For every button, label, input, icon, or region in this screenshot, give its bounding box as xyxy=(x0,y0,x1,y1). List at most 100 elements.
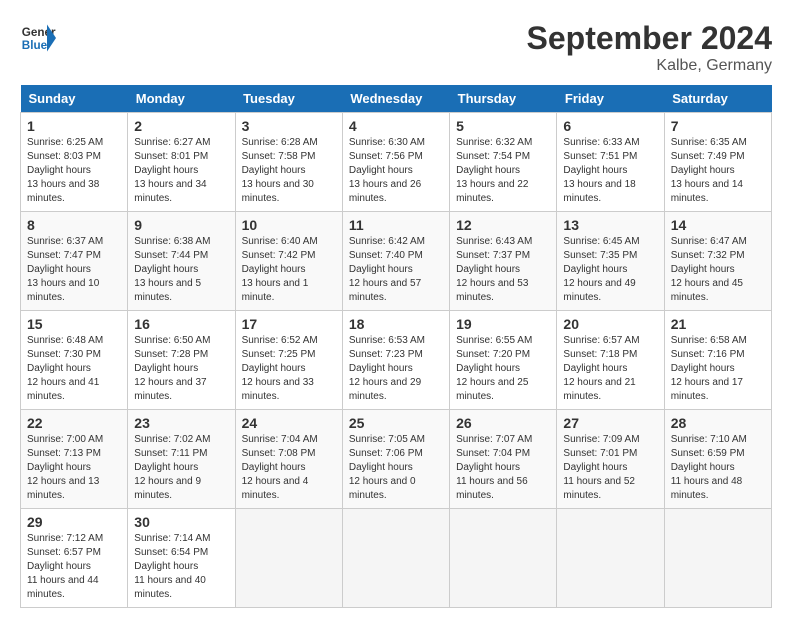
calendar-cell: 17 Sunrise: 6:52 AM Sunset: 7:25 PM Dayl… xyxy=(235,311,342,410)
week-row-3: 15 Sunrise: 6:48 AM Sunset: 7:30 PM Dayl… xyxy=(21,311,772,410)
calendar-cell: 4 Sunrise: 6:30 AM Sunset: 7:56 PM Dayli… xyxy=(342,113,449,212)
calendar-cell xyxy=(342,509,449,608)
day-info: Sunrise: 7:04 AM Sunset: 7:08 PM Dayligh… xyxy=(242,433,336,503)
logo-icon: General Blue xyxy=(20,20,56,56)
day-number: 3 xyxy=(242,118,336,134)
calendar-cell: 25 Sunrise: 7:05 AM Sunset: 7:06 PM Dayl… xyxy=(342,410,449,509)
day-info: Sunrise: 6:42 AM Sunset: 7:40 PM Dayligh… xyxy=(349,235,443,305)
day-number: 28 xyxy=(671,415,765,431)
day-info: Sunrise: 7:07 AM Sunset: 7:04 PM Dayligh… xyxy=(456,433,550,503)
day-info: Sunrise: 6:37 AM Sunset: 7:47 PM Dayligh… xyxy=(27,235,121,305)
calendar-cell: 19 Sunrise: 6:55 AM Sunset: 7:20 PM Dayl… xyxy=(450,311,557,410)
calendar-cell: 18 Sunrise: 6:53 AM Sunset: 7:23 PM Dayl… xyxy=(342,311,449,410)
day-number: 21 xyxy=(671,316,765,332)
week-row-2: 8 Sunrise: 6:37 AM Sunset: 7:47 PM Dayli… xyxy=(21,212,772,311)
week-row-4: 22 Sunrise: 7:00 AM Sunset: 7:13 PM Dayl… xyxy=(21,410,772,509)
header-row: SundayMondayTuesdayWednesdayThursdayFrid… xyxy=(21,85,772,113)
day-number: 2 xyxy=(134,118,228,134)
day-number: 10 xyxy=(242,217,336,233)
day-info: Sunrise: 6:47 AM Sunset: 7:32 PM Dayligh… xyxy=(671,235,765,305)
header-monday: Monday xyxy=(128,85,235,113)
title-section: September 2024 Kalbe, Germany xyxy=(527,20,772,75)
day-info: Sunrise: 6:25 AM Sunset: 8:03 PM Dayligh… xyxy=(27,136,121,206)
day-info: Sunrise: 7:10 AM Sunset: 6:59 PM Dayligh… xyxy=(671,433,765,503)
day-info: Sunrise: 6:28 AM Sunset: 7:58 PM Dayligh… xyxy=(242,136,336,206)
calendar-cell xyxy=(664,509,771,608)
week-row-5: 29 Sunrise: 7:12 AM Sunset: 6:57 PM Dayl… xyxy=(21,509,772,608)
day-info: Sunrise: 7:00 AM Sunset: 7:13 PM Dayligh… xyxy=(27,433,121,503)
day-number: 5 xyxy=(456,118,550,134)
location-title: Kalbe, Germany xyxy=(527,57,772,75)
day-info: Sunrise: 7:05 AM Sunset: 7:06 PM Dayligh… xyxy=(349,433,443,503)
calendar-cell: 16 Sunrise: 6:50 AM Sunset: 7:28 PM Dayl… xyxy=(128,311,235,410)
calendar-cell: 15 Sunrise: 6:48 AM Sunset: 7:30 PM Dayl… xyxy=(21,311,128,410)
day-info: Sunrise: 6:45 AM Sunset: 7:35 PM Dayligh… xyxy=(563,235,657,305)
calendar-cell: 13 Sunrise: 6:45 AM Sunset: 7:35 PM Dayl… xyxy=(557,212,664,311)
day-info: Sunrise: 6:53 AM Sunset: 7:23 PM Dayligh… xyxy=(349,334,443,404)
header-friday: Friday xyxy=(557,85,664,113)
day-info: Sunrise: 7:14 AM Sunset: 6:54 PM Dayligh… xyxy=(134,532,228,602)
day-number: 17 xyxy=(242,316,336,332)
day-info: Sunrise: 6:55 AM Sunset: 7:20 PM Dayligh… xyxy=(456,334,550,404)
day-number: 8 xyxy=(27,217,121,233)
calendar-cell: 9 Sunrise: 6:38 AM Sunset: 7:44 PM Dayli… xyxy=(128,212,235,311)
day-info: Sunrise: 7:02 AM Sunset: 7:11 PM Dayligh… xyxy=(134,433,228,503)
day-number: 24 xyxy=(242,415,336,431)
day-number: 9 xyxy=(134,217,228,233)
calendar-cell xyxy=(235,509,342,608)
calendar-cell: 10 Sunrise: 6:40 AM Sunset: 7:42 PM Dayl… xyxy=(235,212,342,311)
day-info: Sunrise: 6:40 AM Sunset: 7:42 PM Dayligh… xyxy=(242,235,336,305)
calendar-cell: 27 Sunrise: 7:09 AM Sunset: 7:01 PM Dayl… xyxy=(557,410,664,509)
day-info: Sunrise: 6:38 AM Sunset: 7:44 PM Dayligh… xyxy=(134,235,228,305)
calendar-cell: 28 Sunrise: 7:10 AM Sunset: 6:59 PM Dayl… xyxy=(664,410,771,509)
day-info: Sunrise: 6:30 AM Sunset: 7:56 PM Dayligh… xyxy=(349,136,443,206)
day-number: 6 xyxy=(563,118,657,134)
calendar-cell: 23 Sunrise: 7:02 AM Sunset: 7:11 PM Dayl… xyxy=(128,410,235,509)
calendar-cell: 5 Sunrise: 6:32 AM Sunset: 7:54 PM Dayli… xyxy=(450,113,557,212)
day-number: 16 xyxy=(134,316,228,332)
day-number: 18 xyxy=(349,316,443,332)
day-info: Sunrise: 6:27 AM Sunset: 8:01 PM Dayligh… xyxy=(134,136,228,206)
day-number: 22 xyxy=(27,415,121,431)
calendar-cell: 29 Sunrise: 7:12 AM Sunset: 6:57 PM Dayl… xyxy=(21,509,128,608)
day-info: Sunrise: 6:33 AM Sunset: 7:51 PM Dayligh… xyxy=(563,136,657,206)
page-header: General Blue September 2024 Kalbe, Germa… xyxy=(20,20,772,75)
day-number: 1 xyxy=(27,118,121,134)
day-number: 12 xyxy=(456,217,550,233)
calendar-cell: 1 Sunrise: 6:25 AM Sunset: 8:03 PM Dayli… xyxy=(21,113,128,212)
calendar-cell: 26 Sunrise: 7:07 AM Sunset: 7:04 PM Dayl… xyxy=(450,410,557,509)
header-thursday: Thursday xyxy=(450,85,557,113)
day-info: Sunrise: 6:57 AM Sunset: 7:18 PM Dayligh… xyxy=(563,334,657,404)
week-row-1: 1 Sunrise: 6:25 AM Sunset: 8:03 PM Dayli… xyxy=(21,113,772,212)
month-title: September 2024 xyxy=(527,20,772,57)
day-number: 29 xyxy=(27,514,121,530)
day-number: 7 xyxy=(671,118,765,134)
calendar-cell: 24 Sunrise: 7:04 AM Sunset: 7:08 PM Dayl… xyxy=(235,410,342,509)
day-number: 11 xyxy=(349,217,443,233)
calendar-table: SundayMondayTuesdayWednesdayThursdayFrid… xyxy=(20,85,772,608)
header-wednesday: Wednesday xyxy=(342,85,449,113)
day-info: Sunrise: 6:35 AM Sunset: 7:49 PM Dayligh… xyxy=(671,136,765,206)
day-number: 4 xyxy=(349,118,443,134)
day-number: 15 xyxy=(27,316,121,332)
calendar-cell: 7 Sunrise: 6:35 AM Sunset: 7:49 PM Dayli… xyxy=(664,113,771,212)
day-info: Sunrise: 6:52 AM Sunset: 7:25 PM Dayligh… xyxy=(242,334,336,404)
logo: General Blue xyxy=(20,20,56,56)
day-number: 13 xyxy=(563,217,657,233)
calendar-cell: 6 Sunrise: 6:33 AM Sunset: 7:51 PM Dayli… xyxy=(557,113,664,212)
day-number: 14 xyxy=(671,217,765,233)
header-tuesday: Tuesday xyxy=(235,85,342,113)
day-info: Sunrise: 6:58 AM Sunset: 7:16 PM Dayligh… xyxy=(671,334,765,404)
day-info: Sunrise: 7:09 AM Sunset: 7:01 PM Dayligh… xyxy=(563,433,657,503)
calendar-cell: 20 Sunrise: 6:57 AM Sunset: 7:18 PM Dayl… xyxy=(557,311,664,410)
calendar-cell: 3 Sunrise: 6:28 AM Sunset: 7:58 PM Dayli… xyxy=(235,113,342,212)
calendar-cell xyxy=(557,509,664,608)
day-info: Sunrise: 6:48 AM Sunset: 7:30 PM Dayligh… xyxy=(27,334,121,404)
calendar-cell: 11 Sunrise: 6:42 AM Sunset: 7:40 PM Dayl… xyxy=(342,212,449,311)
svg-text:Blue: Blue xyxy=(22,39,48,52)
day-info: Sunrise: 6:43 AM Sunset: 7:37 PM Dayligh… xyxy=(456,235,550,305)
calendar-cell: 12 Sunrise: 6:43 AM Sunset: 7:37 PM Dayl… xyxy=(450,212,557,311)
day-info: Sunrise: 6:32 AM Sunset: 7:54 PM Dayligh… xyxy=(456,136,550,206)
calendar-cell: 21 Sunrise: 6:58 AM Sunset: 7:16 PM Dayl… xyxy=(664,311,771,410)
calendar-cell: 22 Sunrise: 7:00 AM Sunset: 7:13 PM Dayl… xyxy=(21,410,128,509)
